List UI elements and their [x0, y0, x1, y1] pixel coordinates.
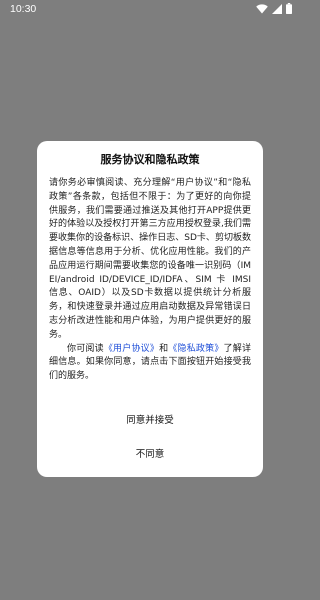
privacy-policy-link[interactable]: 《隐私政策》	[168, 344, 223, 354]
user-agreement-link[interactable]: 《用户协议》	[104, 344, 159, 354]
status-time: 10:30	[10, 3, 37, 15]
signal-icon	[272, 3, 282, 14]
accept-button[interactable]: 同意并接受	[37, 409, 263, 433]
decline-button[interactable]: 不同意	[37, 443, 263, 467]
privacy-dialog: 服务协议和隐私政策 请你务必审慎阅读、充分理解“用户协议”和“隐私政策”各条款，…	[37, 141, 263, 477]
wifi-icon	[256, 3, 268, 14]
dialog-title: 服务协议和隐私政策	[100, 153, 200, 166]
read-more-prefix: 你可阅读	[67, 343, 104, 354]
battery-icon	[286, 3, 292, 14]
status-icons	[256, 3, 292, 14]
read-more-paragraph: 你可阅读《用户协议》和《隐私政策》了解详细信息。如果你同意，请点击下面按钮开始接…	[49, 343, 251, 384]
status-bar: 10:30	[0, 0, 300, 18]
and-text: 和	[159, 343, 169, 354]
policy-paragraph: 请你务必审慎阅读、充分理解“用户协议”和“隐私政策”各条款，包括但不限于：为了更…	[49, 178, 251, 340]
dialog-body: 请你务必审慎阅读、充分理解“用户协议”和“隐私政策”各条款，包括但不限于：为了更…	[49, 177, 251, 384]
